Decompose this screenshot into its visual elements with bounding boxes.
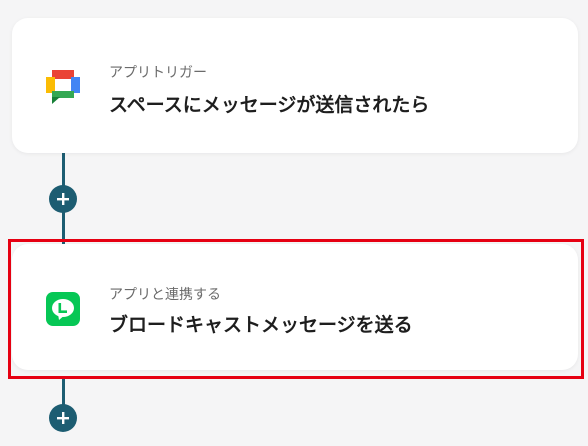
add-step-button[interactable] <box>49 404 77 432</box>
trigger-step-card[interactable]: アプリトリガー スペースにメッセージが送信されたら <box>12 18 578 153</box>
add-step-button[interactable] <box>49 185 77 213</box>
google-chat-icon <box>46 70 80 104</box>
highlight-frame <box>8 239 584 379</box>
step-title: スペースにメッセージが送信されたら <box>109 94 430 116</box>
plus-icon <box>57 193 69 205</box>
plus-icon <box>57 412 69 424</box>
step-kicker: アプリトリガー <box>109 65 207 81</box>
